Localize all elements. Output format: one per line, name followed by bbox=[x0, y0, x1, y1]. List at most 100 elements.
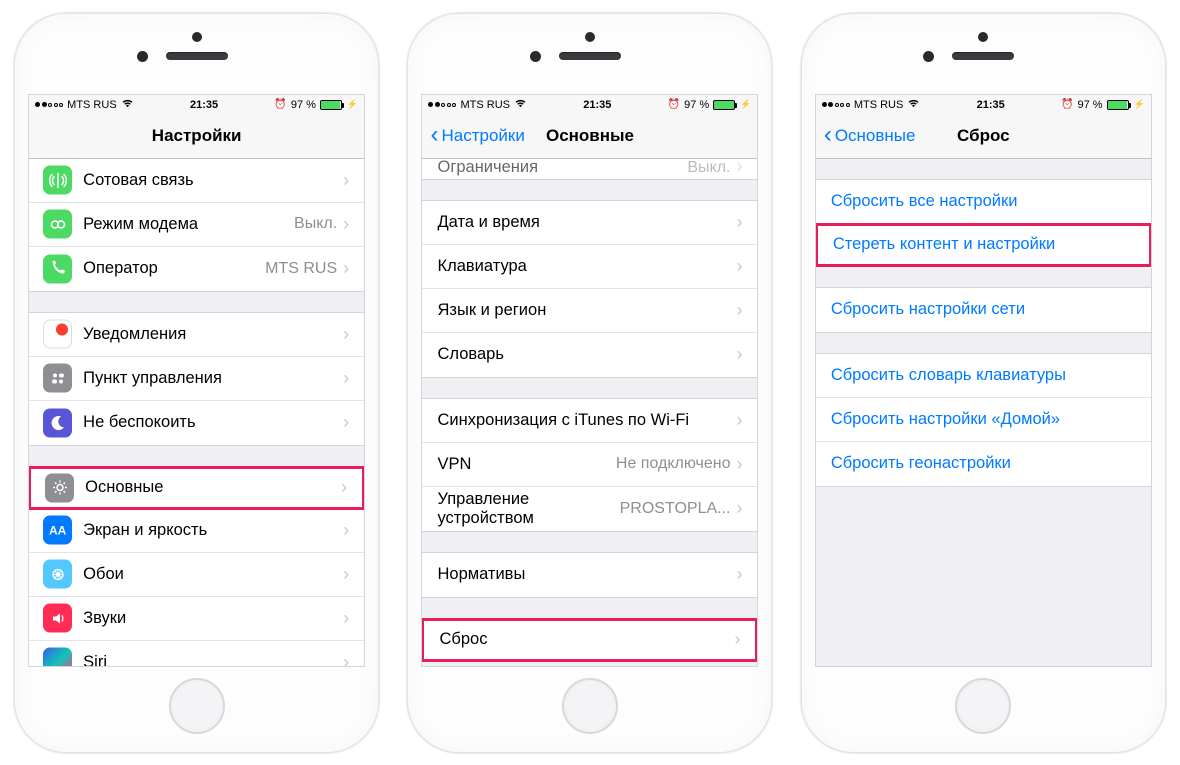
siri-icon bbox=[43, 648, 72, 666]
charging-icon: ⚡ bbox=[347, 99, 358, 110]
cell-label: Сброс bbox=[439, 630, 734, 649]
display-icon: AA bbox=[43, 516, 72, 545]
reset-content[interactable]: Сбросить все настройки Стереть контент и… bbox=[816, 159, 1151, 666]
chevron-right-icon: › bbox=[343, 652, 349, 666]
cell-label: Оператор bbox=[83, 259, 265, 278]
gear-icon bbox=[45, 473, 74, 502]
proximity-sensor bbox=[978, 32, 988, 42]
chevron-right-icon: › bbox=[343, 412, 349, 433]
chevron-right-icon: › bbox=[343, 608, 349, 629]
back-button[interactable]: ‹ Настройки bbox=[430, 115, 524, 158]
cell-regulatory[interactable]: Нормативы › bbox=[422, 553, 757, 597]
home-button[interactable] bbox=[562, 678, 618, 734]
cell-control-center[interactable]: Пункт управления › bbox=[29, 357, 364, 401]
cell-hotspot[interactable]: Режим модема Выкл. › bbox=[29, 203, 364, 247]
cellular-icon bbox=[43, 166, 72, 195]
earpiece-speaker bbox=[952, 52, 1014, 60]
general-content[interactable]: Ограничения Выкл. › Дата и время › Клави… bbox=[422, 159, 757, 666]
wifi-icon bbox=[514, 98, 527, 111]
nav-bar: ‹ Основные Сброс bbox=[816, 115, 1151, 159]
cell-cellular[interactable]: Сотовая связь › bbox=[29, 159, 364, 203]
cell-reset-network[interactable]: Сбросить настройки сети bbox=[816, 288, 1151, 332]
cell-label: Сотовая связь bbox=[83, 171, 343, 190]
screen-general: MTS RUS 21:35 ⏰ 97 % ⚡ ‹ Настройки Основ… bbox=[421, 94, 758, 667]
cell-reset-location[interactable]: Сбросить геонастройки bbox=[816, 442, 1151, 486]
cell-general[interactable]: Основные › bbox=[29, 466, 364, 510]
cell-notifications[interactable]: Уведомления › bbox=[29, 313, 364, 357]
cell-sounds[interactable]: Звуки › bbox=[29, 597, 364, 641]
page-title: Основные bbox=[546, 126, 634, 146]
front-camera bbox=[137, 51, 148, 62]
alarm-icon: ⏰ bbox=[1061, 99, 1073, 110]
chevron-right-icon: › bbox=[736, 212, 742, 233]
cell-reset[interactable]: Сброс › bbox=[422, 618, 757, 662]
cell-language-region[interactable]: Язык и регион › bbox=[422, 289, 757, 333]
cell-erase-all[interactable]: Стереть контент и настройки bbox=[816, 223, 1151, 267]
chevron-right-icon: › bbox=[343, 214, 349, 235]
cell-dnd[interactable]: Не беспокоить › bbox=[29, 401, 364, 445]
battery-icon bbox=[320, 100, 342, 110]
cell-dictionary[interactable]: Словарь › bbox=[422, 333, 757, 377]
chevron-right-icon: › bbox=[343, 520, 349, 541]
page-title: Сброс bbox=[957, 126, 1010, 146]
signal-dots-icon bbox=[35, 102, 63, 107]
cell-label: Обои bbox=[83, 565, 343, 584]
cell-label: Режим модема bbox=[83, 215, 294, 234]
status-bar: MTS RUS 21:35 ⏰ 97 % ⚡ bbox=[816, 95, 1151, 115]
cell-value: Выкл. bbox=[687, 159, 730, 177]
home-button[interactable] bbox=[955, 678, 1011, 734]
cell-label: Siri bbox=[83, 653, 343, 666]
status-bar: MTS RUS 21:35 ⏰ 97 % ⚡ bbox=[29, 95, 364, 115]
battery-pct: 97 % bbox=[684, 99, 709, 111]
cell-keyboard[interactable]: Клавиатура › bbox=[422, 245, 757, 289]
cell-operator[interactable]: Оператор MTS RUS › bbox=[29, 247, 364, 291]
sounds-icon bbox=[43, 604, 72, 633]
cell-reset-all-settings[interactable]: Сбросить все настройки bbox=[816, 180, 1151, 224]
cell-label: Сбросить настройки сети bbox=[831, 300, 1136, 319]
cell-label: Звуки bbox=[83, 609, 343, 628]
chevron-left-icon: ‹ bbox=[824, 123, 832, 147]
settings-content[interactable]: Сотовая связь › Режим модема Выкл. › Опе… bbox=[29, 159, 364, 666]
cell-reset-keyboard-dict[interactable]: Сбросить словарь клавиатуры bbox=[816, 354, 1151, 398]
cell-label: Уведомления bbox=[83, 325, 343, 344]
cell-siri[interactable]: Siri › bbox=[29, 641, 364, 666]
cell-itunes-wifi-sync[interactable]: Синхронизация с iTunes по Wi-Fi › bbox=[422, 399, 757, 443]
chevron-right-icon: › bbox=[736, 159, 742, 177]
cell-label: Экран и яркость bbox=[83, 521, 343, 540]
chevron-right-icon: › bbox=[736, 498, 742, 519]
notifications-icon bbox=[43, 320, 72, 349]
screen-reset: MTS RUS 21:35 ⏰ 97 % ⚡ ‹ Основные Сброс bbox=[815, 94, 1152, 667]
clock: 21:35 bbox=[190, 99, 218, 111]
cell-device-management[interactable]: Управление устройством PROSTOPLA... › bbox=[422, 487, 757, 531]
page-title: Настройки bbox=[152, 126, 242, 146]
cell-label: Клавиатура bbox=[437, 257, 736, 276]
wifi-icon bbox=[907, 98, 920, 111]
cell-label: Ограничения bbox=[437, 159, 687, 177]
chevron-right-icon: › bbox=[343, 564, 349, 585]
chevron-right-icon: › bbox=[343, 368, 349, 389]
cell-display[interactable]: AA Экран и яркость › bbox=[29, 509, 364, 553]
cell-date-time[interactable]: Дата и время › bbox=[422, 201, 757, 245]
chevron-right-icon: › bbox=[341, 477, 347, 498]
control-center-icon bbox=[43, 364, 72, 393]
wallpaper-icon bbox=[43, 560, 72, 589]
signal-dots-icon bbox=[428, 102, 456, 107]
cell-wallpaper[interactable]: Обои › bbox=[29, 553, 364, 597]
cell-reset-home[interactable]: Сбросить настройки «Домой» bbox=[816, 398, 1151, 442]
chevron-right-icon: › bbox=[736, 564, 742, 585]
cell-label: Сбросить словарь клавиатуры bbox=[831, 366, 1136, 385]
cell-restrictions[interactable]: Ограничения Выкл. › bbox=[422, 159, 757, 179]
battery-pct: 97 % bbox=[1078, 99, 1103, 111]
proximity-sensor bbox=[585, 32, 595, 42]
phone-mockup-1: MTS RUS 21:35 ⏰ 97 % ⚡ Настройки bbox=[14, 13, 379, 753]
back-button[interactable]: ‹ Основные bbox=[824, 115, 916, 158]
cell-label: Словарь bbox=[437, 345, 736, 364]
cell-vpn[interactable]: VPN Не подключено › bbox=[422, 443, 757, 487]
cell-label: VPN bbox=[437, 455, 615, 474]
back-label: Настройки bbox=[441, 126, 524, 146]
cell-value: Выкл. bbox=[294, 215, 337, 233]
home-button[interactable] bbox=[169, 678, 225, 734]
cell-label: Дата и время bbox=[437, 213, 736, 232]
wifi-icon bbox=[121, 98, 134, 111]
alarm-icon: ⏰ bbox=[274, 99, 286, 110]
